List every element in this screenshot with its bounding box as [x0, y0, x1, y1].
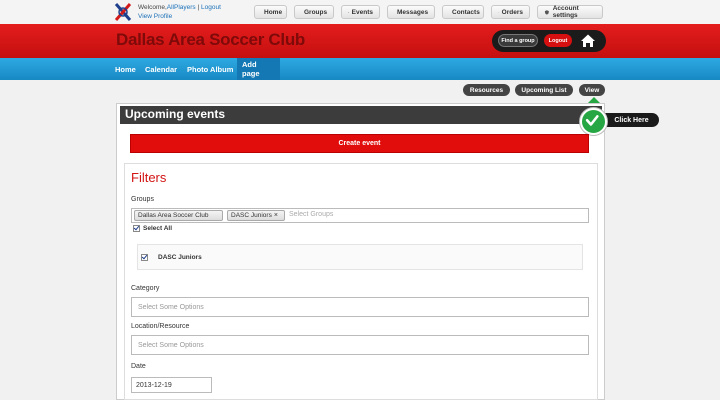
upcoming-list-button[interactable]: Upcoming List [515, 84, 573, 96]
find-group-button[interactable]: Find a group [498, 34, 538, 47]
resources-button[interactable]: Resources [463, 84, 510, 96]
click-here-tooltip[interactable]: Click Here [604, 113, 659, 127]
select-all-checkbox[interactable] [133, 225, 140, 232]
topnav-groups-button[interactable]: Groups [294, 5, 334, 19]
hint-arrow-icon [588, 97, 600, 103]
group-chip: DASC Juniors × [227, 210, 285, 221]
create-event-button[interactable]: Create event [130, 134, 589, 153]
username-link[interactable]: AllPlayers [167, 4, 196, 11]
select-all-label: Select All [143, 225, 173, 232]
topnav-orders-button[interactable]: Orders [491, 5, 530, 19]
topnav-contacts-label: Contacts [452, 8, 480, 16]
filters-section [124, 163, 598, 400]
topnav-contacts-button[interactable]: Contacts [442, 5, 484, 19]
subgroup-list [137, 244, 583, 270]
location-label: Location/Resource [131, 323, 190, 330]
logout-link[interactable]: Logout [201, 4, 221, 11]
subnav-item-add-page[interactable]: Add page [237, 58, 280, 80]
topnav-groups-label: Groups [304, 8, 328, 16]
subgroup-label: DASC Juniors [158, 254, 202, 261]
page-title: Upcoming events [125, 107, 226, 121]
category-label: Category [131, 285, 160, 292]
subnav-item-photo-album[interactable]: Photo Album [182, 58, 238, 80]
cart-icon [498, 11, 499, 13]
separator: | [197, 4, 200, 11]
groups-label: Groups [131, 196, 154, 203]
subnav-item-calendar[interactable]: Calendar [140, 58, 182, 80]
topnav-messages-label: Messages [397, 8, 429, 16]
topnav-home-label: Home [264, 8, 283, 16]
filters-heading: Filters [131, 170, 167, 185]
calendar-icon [348, 11, 349, 13]
sub-navigation [0, 58, 720, 80]
club-name[interactable]: Dallas Area Soccer Club [116, 30, 305, 50]
welcome-text: Welcome, [138, 4, 167, 11]
view-button[interactable]: View [579, 84, 605, 96]
topnav-account-settings-button[interactable]: Account settings [537, 5, 603, 19]
location-select[interactable]: Select Some Options [131, 335, 589, 355]
view-profile-link[interactable]: View Profile [138, 13, 172, 20]
header-logout-button[interactable]: Logout [544, 34, 572, 47]
remove-chip-icon[interactable]: × [274, 212, 278, 219]
groups-search-input[interactable]: Select Groups [289, 211, 333, 218]
allplayers-logo[interactable] [113, 2, 133, 22]
topnav-events-label: Events [351, 8, 373, 16]
group-chip-label: DASC Juniors [231, 212, 272, 219]
topnav-account-label: Account settings [552, 5, 579, 19]
shield-icon [544, 9, 549, 15]
topnav-orders-label: Orders [501, 8, 523, 16]
date-input[interactable]: 2013-12-19 [131, 377, 212, 393]
date-label: Date [131, 363, 146, 370]
welcome-block: Welcome,AllPlayers | Logout View Profile [138, 3, 221, 21]
subnav-item-home[interactable]: Home [110, 58, 141, 80]
group-chip: Dallas Area Soccer Club [134, 210, 223, 221]
topnav-messages-button[interactable]: Messages [387, 5, 435, 19]
group-chip-label: Dallas Area Soccer Club [138, 212, 209, 219]
checkmark-icon[interactable] [580, 108, 607, 135]
topnav-home-button[interactable]: Home [254, 5, 287, 19]
topnav-events-button[interactable]: Events [341, 5, 380, 19]
category-select[interactable]: Select Some Options [131, 297, 589, 317]
home-icon[interactable] [580, 33, 596, 48]
subgroup-checkbox[interactable] [141, 254, 148, 261]
club-header-band [0, 24, 720, 58]
